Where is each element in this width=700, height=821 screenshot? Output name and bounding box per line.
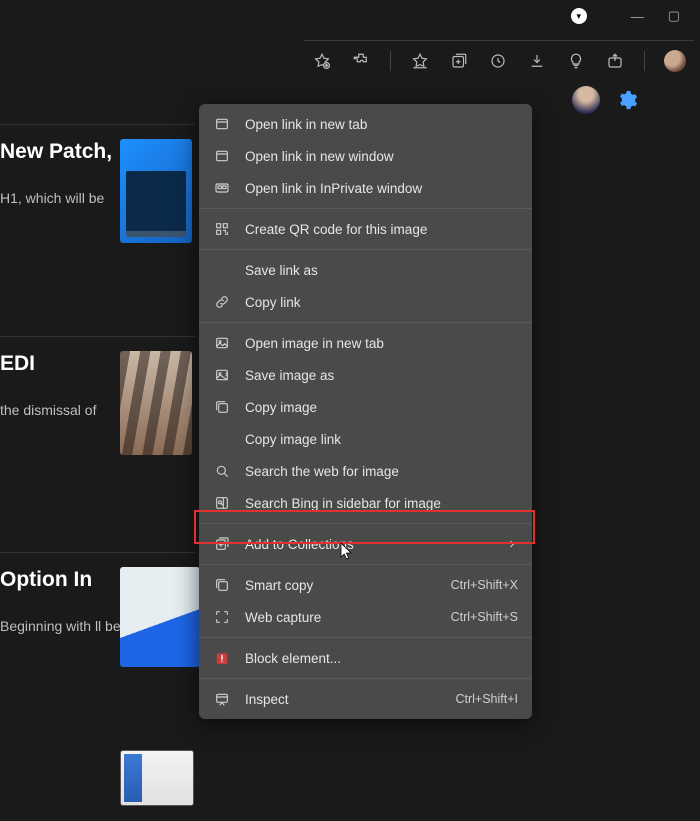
menu-item-label: Copy link [245, 295, 518, 310]
new-tab-icon [213, 115, 231, 133]
qr-icon [213, 220, 231, 238]
toolbar-divider [390, 51, 391, 71]
menu-item[interactable]: Add to Collections [199, 528, 532, 560]
copy-image-icon [213, 398, 231, 416]
menu-item-label: Open link in new tab [245, 117, 518, 132]
search-web-icon [213, 462, 231, 480]
menu-separator [199, 678, 532, 679]
menu-separator [199, 208, 532, 209]
image-tab-icon [213, 334, 231, 352]
menu-item[interactable]: Open link in new window [199, 140, 532, 172]
menu-item[interactable]: Smart copy Ctrl+Shift+X [199, 569, 532, 601]
menu-item[interactable]: Block element... [199, 642, 532, 674]
menu-item-label: Open link in new window [245, 149, 518, 164]
menu-item-label: Copy image [245, 400, 518, 415]
dropdown-indicator[interactable]: ▾ [571, 8, 587, 24]
menu-item-shortcut: Ctrl+Shift+X [451, 578, 518, 592]
menu-separator [199, 523, 532, 524]
menu-item-label: Search the web for image [245, 464, 518, 479]
article-thumbnail [120, 567, 200, 667]
menu-item[interactable]: Open link in new tab [199, 108, 532, 140]
article-card[interactable]: EDI the dismissal of [0, 336, 195, 506]
menu-item-label: Search Bing in sidebar for image [245, 496, 518, 511]
menu-item[interactable]: Open image in new tab [199, 327, 532, 359]
settings-gear-icon[interactable] [616, 89, 638, 111]
collections-icon[interactable] [449, 51, 469, 71]
article-thumbnail [120, 750, 194, 806]
tips-icon[interactable] [566, 51, 586, 71]
chevron-right-icon [506, 538, 518, 550]
block-icon [213, 649, 231, 667]
maximize-button[interactable]: ▢ [668, 8, 680, 24]
favorite-add-icon[interactable] [312, 51, 332, 71]
menu-separator [199, 322, 532, 323]
menu-separator [199, 637, 532, 638]
menu-item[interactable]: Copy image [199, 391, 532, 423]
favorites-icon[interactable] [410, 51, 430, 71]
inprivate-icon [213, 179, 231, 197]
article-card[interactable]: Option In Beginning with ll be redirecte… [0, 552, 195, 722]
menu-item[interactable]: Search the web for image [199, 455, 532, 487]
history-icon[interactable] [488, 51, 508, 71]
link-icon [213, 293, 231, 311]
menu-item[interactable]: Search Bing in sidebar for image [199, 487, 532, 519]
menu-item[interactable]: Save link as [199, 254, 532, 286]
collections-add-icon [213, 535, 231, 553]
menu-item[interactable]: Open link in InPrivate window [199, 172, 532, 204]
downloads-icon[interactable] [527, 51, 547, 71]
menu-item-label: Copy image link [245, 432, 518, 447]
new-window-icon [213, 147, 231, 165]
menu-item-label: Save link as [245, 263, 518, 278]
page-account-row [572, 86, 638, 114]
search-sidebar-icon [213, 494, 231, 512]
share-icon[interactable] [605, 51, 625, 71]
menu-item-label: Block element... [245, 651, 518, 666]
article-thumbnail [120, 139, 192, 243]
menu-item-label: Open link in InPrivate window [245, 181, 518, 196]
menu-separator [199, 564, 532, 565]
menu-separator [199, 249, 532, 250]
menu-item-label: Add to Collections [245, 537, 492, 552]
menu-item-label: Save image as [245, 368, 518, 383]
extensions-icon[interactable] [351, 51, 371, 71]
menu-item-label: Web capture [245, 610, 437, 625]
menu-item[interactable]: Copy link [199, 286, 532, 318]
menu-item[interactable]: Create QR code for this image [199, 213, 532, 245]
smart-copy-icon [213, 576, 231, 594]
menu-item-shortcut: Ctrl+Shift+I [455, 692, 518, 706]
menu-item-shortcut: Ctrl+Shift+S [451, 610, 518, 624]
article-card[interactable]: New Patch, H1, which will be [0, 124, 195, 304]
minimize-button[interactable]: — [631, 9, 644, 24]
menu-item-label: Inspect [245, 692, 441, 707]
window-controls: ▾ — ▢ [571, 0, 700, 32]
menu-item[interactable]: Copy image link [199, 423, 532, 455]
save-image-icon [213, 366, 231, 384]
menu-item-label: Smart copy [245, 578, 437, 593]
browser-toolbar [304, 40, 694, 80]
toolbar-divider [644, 51, 645, 71]
menu-item[interactable]: Inspect Ctrl+Shift+I [199, 683, 532, 715]
context-menu: Open link in new tab Open link in new win… [199, 104, 532, 719]
menu-item[interactable]: Save image as [199, 359, 532, 391]
page-avatar[interactable] [572, 86, 600, 114]
menu-item-label: Create QR code for this image [245, 222, 518, 237]
menu-item-label: Open image in new tab [245, 336, 518, 351]
profile-avatar-icon[interactable] [664, 50, 686, 72]
article-thumbnail [120, 351, 192, 455]
article-list: New Patch, H1, which will be EDI the dis… [0, 124, 195, 722]
web-capture-icon [213, 608, 231, 626]
inspect-icon [213, 690, 231, 708]
menu-item[interactable]: Web capture Ctrl+Shift+S [199, 601, 532, 633]
